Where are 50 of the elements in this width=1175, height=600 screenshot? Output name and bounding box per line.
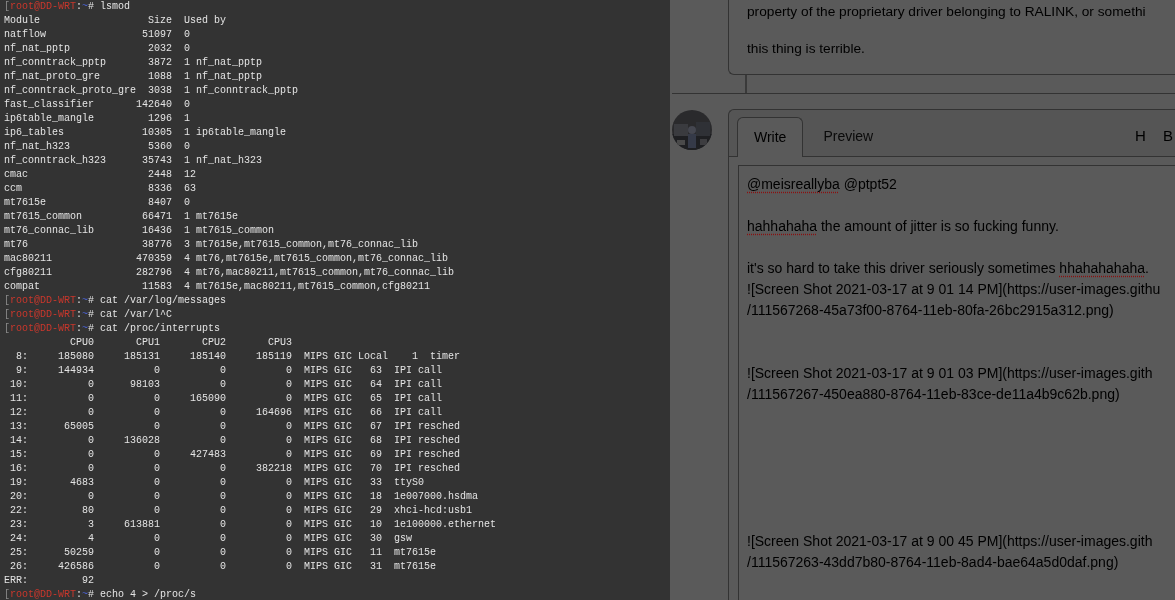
output-line: 13: 65005 0 0 0 MIPS GIC 67 IPI resched <box>9 420 461 434</box>
output-line: 24: 4 0 0 0 MIPS GIC 30 gsw <box>9 532 413 546</box>
output-line: 25: 50259 0 0 0 MIPS GIC 11 mt7615e <box>9 546 437 560</box>
table-header-line: CPU0 CPU1 CPU2 CPU3 <box>69 336 293 350</box>
toolbar-button[interactable]: B <box>1163 124 1175 148</box>
output-line: 10: 0 98103 0 0 MIPS GIC 64 IPI call <box>9 378 443 392</box>
output-line: 8: 185080 185131 185140 185119 MIPS GIC Local 1 timer <box>15 350 461 364</box>
output-line: 14: 0 136028 0 0 MIPS GIC 68 IPI resched <box>9 434 461 448</box>
editor-tab[interactable]: Preview <box>803 116 894 156</box>
output-line: natflow 51097 0 <box>4 28 191 42</box>
output-line: nf_nat_proto_gre 1088 1 nf_nat_pptp <box>4 70 263 84</box>
editor-tab[interactable]: Write <box>737 117 804 157</box>
output-line: 20: 0 0 0 0 MIPS GIC 18 1e007000.hsdma <box>9 490 479 504</box>
output-line: 16: 0 0 0 382218 MIPS GIC 70 IPI resched <box>9 462 461 476</box>
output-line: compat 11583 4 mt7615e,mac80211,mt7615_common,cfg80211 <box>4 280 431 294</box>
output-line: 15: 0 0 427483 0 MIPS GIC 69 IPI resched <box>9 448 461 462</box>
output-line: cfg80211 282796 4 mt76,mac80211,mt7615_common,mt76_connac_lib <box>4 266 455 280</box>
output-line: nf_nat_h323 5360 0 <box>4 140 191 154</box>
output-line: 26: 426586 0 0 0 MIPS GIC 31 mt7615e <box>9 560 437 574</box>
output-line: mt7615e 8407 0 <box>4 196 191 210</box>
output-line: nf_conntrack_h323 35743 1 nf_nat_h323 <box>4 154 263 168</box>
output-line: mt76 38776 3 mt7615e,mt7615_common,mt76_connac_lib <box>4 238 419 252</box>
comment-paragraph: this thing is terrible. <box>747 40 865 58</box>
output-line: ip6table_mangle 1296 1 <box>4 112 191 126</box>
prompt-line: [root@DD-WRT:~# cat /var/l^C <box>4 308 173 322</box>
output-line: 22: 80 0 0 0 MIPS GIC 29 xhci-hcd:usb1 <box>9 504 473 518</box>
output-line: cmac 2448 12 <box>4 168 197 182</box>
prompt-line: [root@DD-WRT:~# cat /proc/interrupts <box>4 322 221 336</box>
output-line: fast_classifier 142640 0 <box>4 98 191 112</box>
prompt-line: [root@DD-WRT:~# echo 4 > /proc/s <box>4 588 197 600</box>
output-line: 12: 0 0 0 164696 MIPS GIC 66 IPI call <box>9 406 443 420</box>
output-line: nf_conntrack_proto_gre 3038 1 nf_conntrack_pptp <box>4 84 299 98</box>
prompt-line: [root@DD-WRT:~# lsmod <box>4 0 131 14</box>
output-line: nf_nat_pptp 2032 0 <box>4 42 191 56</box>
comment-paragraph: property of the proprietary driver belonging to RALINK, or somethi <box>747 3 1146 21</box>
comment-textarea[interactable]: @meisreallyba @ptpt52 hahhahaha the amount of jitter is so fucking funny. it's so hard to take this driver seriously sometimes hhahahahaha. ![Screen Shot 2021-03-17 at 9 01 14 PM](https://user-images.githu /111567268-45a73f00-8764-11eb-80fa-26bc2915a312.png) ![Screen Shot 2021-03-17 at 9 01 03 PM](https://user-images.gith /111567267-450ea880-8764-11eb-83ce-de11a4b9c62b.png) ![Screen Shot 2021-03-17 at 9 00 45 PM](https://user-images.gith /111567263-43dd7b80-8764-11eb-8ad4-bae64a5d0daf.png) <box>738 165 1175 600</box>
output-line: ERR: 92 <box>4 574 94 588</box>
output-line: ip6_tables 10305 1 ip6table_mangle <box>4 126 287 140</box>
output-line: 19: 4683 0 0 0 MIPS GIC 33 ttyS0 <box>9 476 425 490</box>
output-line: 11: 0 0 165090 0 MIPS GIC 65 IPI call <box>9 392 443 406</box>
table-header-line: Module Size Used by <box>4 14 227 28</box>
toolbar-button[interactable]: H <box>1135 124 1147 148</box>
output-line: mt7615_common 66471 1 mt7615e <box>4 210 239 224</box>
output-line: 23: 3 613881 0 0 MIPS GIC 10 1e100000.ethernet <box>9 518 497 532</box>
prompt-line: [root@DD-WRT:~# cat /var/log/messages <box>4 294 227 308</box>
output-line: nf_conntrack_pptp 3872 1 nf_nat_pptp <box>4 56 263 70</box>
output-line: mac80211 470359 4 mt76,mt7615e,mt7615_common,mt76_connac_lib <box>4 252 449 266</box>
output-line: ccm 8336 63 <box>4 182 197 196</box>
output-line: 9: 144934 0 0 0 MIPS GIC 63 IPI call <box>15 364 443 378</box>
output-line: mt76_connac_lib 16436 1 mt7615_common <box>4 224 275 238</box>
